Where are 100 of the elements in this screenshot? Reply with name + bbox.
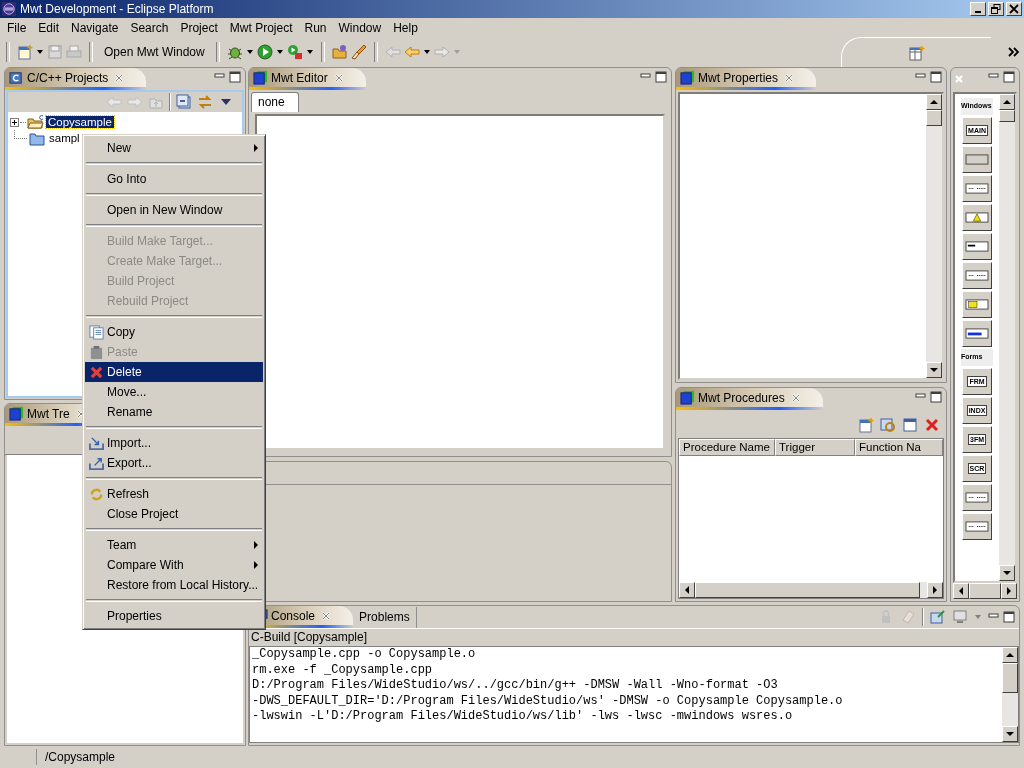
more-chevron-icon[interactable] bbox=[1008, 47, 1020, 57]
menu-item[interactable]: File bbox=[2, 20, 34, 35]
view-tab[interactable]: Mwt Properties bbox=[676, 68, 817, 90]
menu-item[interactable]: Delete bbox=[85, 362, 263, 382]
menu-item[interactable]: Run bbox=[299, 20, 334, 35]
open-perspective-icon[interactable] bbox=[908, 44, 925, 61]
menu-item[interactable]: Search bbox=[125, 20, 176, 35]
view-tab[interactable]: Mwt Procedures bbox=[676, 388, 823, 410]
dropdown-arrow-icon[interactable] bbox=[275, 48, 284, 56]
menu-item[interactable]: Import... bbox=[85, 433, 263, 453]
horizontal-scrollbar[interactable] bbox=[953, 583, 1017, 599]
palette-button[interactable] bbox=[962, 175, 992, 202]
maximize-icon[interactable] bbox=[229, 71, 241, 83]
palette-button[interactable] bbox=[962, 513, 992, 540]
menu-item[interactable]: New bbox=[85, 138, 263, 158]
scrollbar-thumb[interactable] bbox=[969, 583, 1001, 599]
tree-item[interactable]: Copysample bbox=[46, 116, 114, 128]
menu-item[interactable]: Close Project bbox=[85, 504, 263, 524]
collapse-all-icon[interactable] bbox=[176, 94, 192, 110]
menu-item[interactable]: Compare With bbox=[85, 555, 263, 575]
cube-icon bbox=[253, 70, 268, 85]
tree-item[interactable]: sampl bbox=[47, 132, 82, 144]
scrollbar-thumb[interactable] bbox=[1002, 663, 1018, 693]
right-arrow-icon bbox=[931, 586, 939, 594]
close-icon[interactable] bbox=[321, 610, 332, 621]
down-arrow-icon bbox=[1003, 569, 1011, 577]
clipboard-icon bbox=[88, 344, 104, 360]
scrollbar-thumb[interactable] bbox=[926, 110, 942, 126]
palette-button[interactable] bbox=[962, 484, 992, 511]
cube-icon bbox=[680, 390, 695, 405]
menu-item[interactable]: Export... bbox=[85, 453, 263, 473]
dropdown-arrow-icon[interactable] bbox=[422, 48, 431, 56]
run-icon[interactable] bbox=[256, 44, 273, 60]
menu-item[interactable]: Edit bbox=[33, 20, 67, 35]
column-header[interactable]: Procedure Name bbox=[679, 439, 775, 456]
menu-item[interactable]: Navigate bbox=[66, 20, 126, 35]
editor-tab[interactable]: none bbox=[251, 92, 299, 112]
vertical-scrollbar[interactable] bbox=[1002, 647, 1018, 742]
export-icon bbox=[88, 455, 104, 471]
close-button[interactable] bbox=[1006, 2, 1022, 16]
close-icon[interactable] bbox=[333, 72, 344, 83]
brush-icon[interactable] bbox=[350, 44, 367, 60]
button-widget-icon bbox=[965, 154, 989, 165]
menu-item[interactable]: Mwt Project bbox=[224, 20, 300, 35]
vertical-scrollbar[interactable] bbox=[926, 94, 942, 378]
bug-icon[interactable] bbox=[226, 44, 243, 60]
menu-item[interactable]: Refresh bbox=[85, 484, 263, 504]
console-line: -DWS_DEFAULT_DIR='D:/Program Files/WideStudio/ws' -DMSW -o Copysample Copysample.o bbox=[252, 693, 844, 709]
maximize-icon[interactable] bbox=[1003, 71, 1015, 83]
menu-item[interactable]: Go Into bbox=[85, 169, 263, 189]
menu-item[interactable]: Open in New Window bbox=[85, 200, 263, 220]
maximize-icon[interactable] bbox=[655, 71, 667, 83]
warning-widget-icon bbox=[965, 212, 989, 223]
window-icon[interactable] bbox=[902, 417, 918, 433]
dropdown-arrow-icon[interactable] bbox=[305, 48, 314, 56]
maximize-icon[interactable] bbox=[930, 71, 942, 83]
maximize-icon[interactable] bbox=[1003, 611, 1015, 623]
palette-button[interactable] bbox=[962, 320, 992, 347]
console-line: D:/Program Files/WideStudio/ws/../gcc/bin/g++ -DMSW -Wall -Wno-format -O3 bbox=[252, 678, 779, 694]
maximize-icon[interactable] bbox=[930, 391, 942, 403]
column-header[interactable]: Function Na bbox=[855, 439, 943, 456]
menu-item[interactable]: Move... bbox=[85, 382, 263, 402]
vertical-scrollbar[interactable] bbox=[999, 94, 1015, 581]
close-icon[interactable] bbox=[784, 72, 795, 83]
scrollbar-thumb[interactable] bbox=[999, 110, 1015, 122]
close-icon[interactable] bbox=[790, 392, 801, 403]
menu-item[interactable]: Restore from Local History... bbox=[85, 575, 263, 595]
expand-icon[interactable] bbox=[10, 117, 19, 127]
column-header[interactable]: Trigger bbox=[775, 439, 855, 456]
up-arrow-icon bbox=[930, 98, 938, 106]
progress-widget-icon bbox=[965, 328, 989, 339]
menu-item[interactable]: Project bbox=[175, 20, 225, 35]
minimize-button[interactable] bbox=[970, 2, 986, 16]
menu-item[interactable]: Window bbox=[333, 20, 389, 35]
menu-item[interactable]: Copy bbox=[85, 322, 263, 342]
open-folder-icon[interactable] bbox=[331, 44, 348, 60]
palette-button[interactable] bbox=[962, 262, 992, 289]
run-external-tool-icon[interactable] bbox=[286, 44, 303, 60]
palette-button[interactable] bbox=[962, 291, 992, 318]
palette-button[interactable] bbox=[962, 233, 992, 260]
menu-item[interactable]: Help bbox=[388, 20, 425, 35]
new-file-icon[interactable] bbox=[17, 44, 33, 60]
right-arrow-icon bbox=[1005, 587, 1013, 595]
dialog-widget-icon bbox=[965, 183, 989, 194]
palette-button[interactable] bbox=[962, 204, 992, 231]
view-tab[interactable]: Mwt Editor bbox=[249, 68, 366, 90]
display-console-icon[interactable] bbox=[952, 609, 968, 625]
palette-button[interactable] bbox=[962, 146, 992, 173]
problems-tab[interactable]: Problems bbox=[353, 607, 417, 628]
up-arrow-icon bbox=[1003, 98, 1011, 106]
close-icon[interactable] bbox=[114, 72, 125, 83]
dialog-widget-icon bbox=[965, 521, 989, 532]
dropdown-arrow-icon[interactable] bbox=[245, 48, 254, 56]
new-procedure-icon[interactable] bbox=[858, 417, 874, 433]
dropdown-arrow-icon[interactable] bbox=[36, 48, 44, 56]
restore-button[interactable] bbox=[988, 2, 1004, 16]
view-tab[interactable]: C/C++ Projects bbox=[5, 68, 147, 90]
open-mwt-window-button[interactable]: Open Mwt Window bbox=[100, 43, 209, 61]
delete-icon[interactable] bbox=[924, 417, 940, 433]
menu-item[interactable]: Team bbox=[85, 535, 263, 555]
